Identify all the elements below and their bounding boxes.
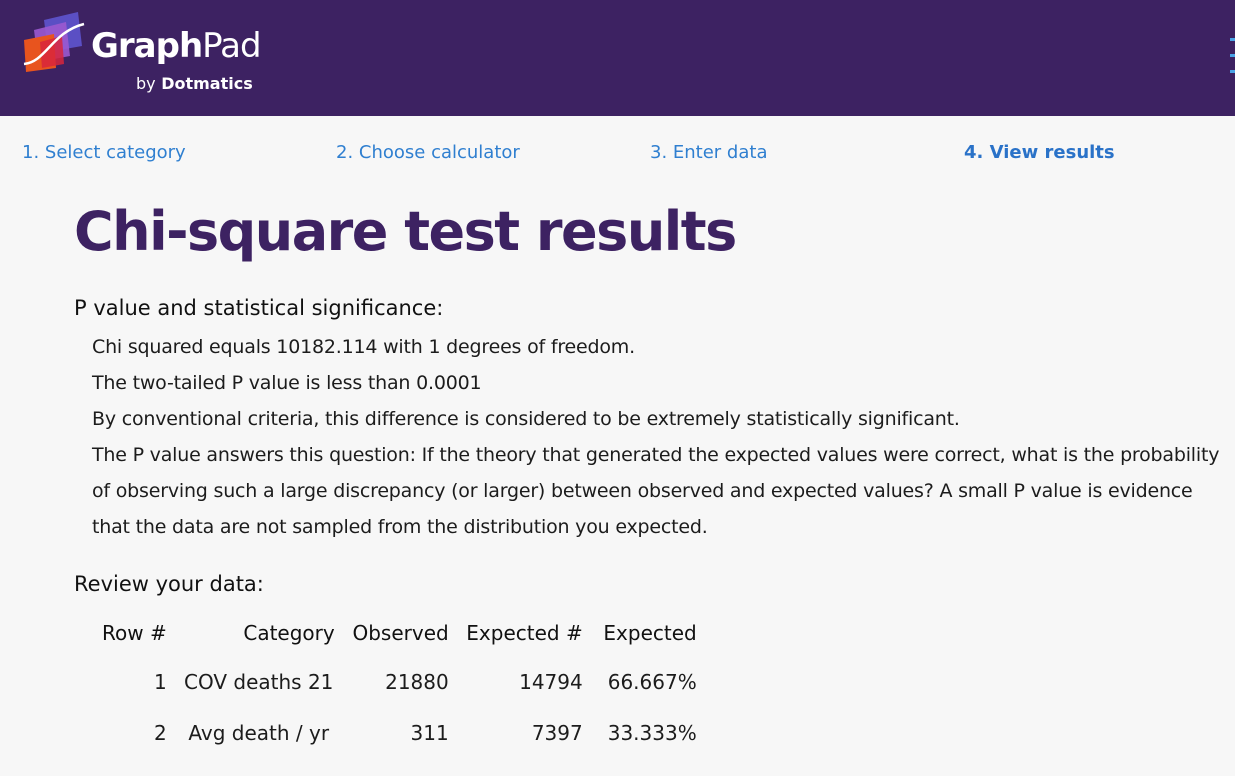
table-row: 1 COV deaths 21 21880 14794 66.667% [94,656,705,707]
cell-expected-count: 14794 [519,669,583,694]
cell-category: Avg death / yr [188,720,330,745]
graphpad-logo-icon[interactable] [22,12,88,72]
significance-heading: P value and statistical significance: [74,296,444,320]
cell-observed: 21880 [385,669,449,694]
step-select-category[interactable]: 1. Select category [22,142,186,163]
brand-name-bold: Graph [91,26,203,66]
col-header-observed: Observed [352,621,449,645]
col-header-row-number: Row # [102,621,167,645]
review-data-table: Row # Category Observed Expected # Expec… [94,610,705,758]
significance-results: Chi squared equals 10182.114 with 1 degr… [92,329,1227,545]
cell-row-number: 1 [153,669,167,694]
p-value-line: The two-tailed P value is less than 0.00… [92,372,482,394]
cell-observed: 311 [410,720,449,745]
chi-squared-line: Chi squared equals 10182.114 with 1 degr… [92,336,635,358]
review-heading: Review your data: [74,572,264,596]
brand-by-prefix: by [136,74,156,93]
cell-category: COV deaths 21 [184,669,334,694]
cell-row-number: 2 [153,720,167,745]
brand-byline: by Dotmatics [136,74,253,93]
p-value-explanation: The P value answers this question: If th… [92,444,1220,538]
step-choose-calculator[interactable]: 2. Choose calculator [336,142,520,163]
brand-company: Dotmatics [161,74,253,93]
brand-wordmark: GraphPad [91,26,262,66]
significance-line: By conventional criteria, this differenc… [92,408,960,430]
cell-expected-count: 7397 [531,720,583,745]
col-header-category: Category [243,621,335,645]
step-enter-data[interactable]: 3. Enter data [650,142,767,163]
col-header-expected-percent: Expected [603,621,697,645]
step-view-results[interactable]: 4. View results [964,142,1115,163]
site-header: GraphPad by Dotmatics [0,0,1235,116]
cell-expected-percent: 66.667% [607,669,697,694]
step-navigation: 1. Select category 2. Choose calculator … [0,142,1235,172]
hamburger-menu-icon[interactable] [1224,38,1235,76]
table-row: 2 Avg death / yr 311 7397 33.333% [94,707,705,758]
page-title: Chi-square test results [74,200,737,263]
table-header-row: Row # Category Observed Expected # Expec… [94,610,705,656]
brand-name-light: Pad [202,26,261,66]
col-header-expected-count: Expected # [466,621,583,645]
cell-expected-percent: 33.333% [607,720,697,745]
